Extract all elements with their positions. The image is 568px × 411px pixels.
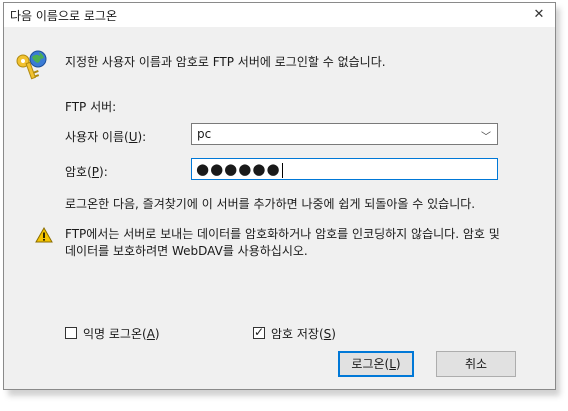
- text-caret: [281, 163, 283, 178]
- password-field[interactable]: ●●●●●●: [191, 158, 498, 180]
- anonymous-login-checkbox[interactable]: [65, 327, 77, 339]
- save-password-label[interactable]: 암호 저장(S): [271, 325, 336, 342]
- anonymous-login-label[interactable]: 익명 로그온(A): [83, 325, 160, 342]
- window-title: 다음 이름으로 로그온: [10, 9, 117, 23]
- cancel-button[interactable]: 취소: [436, 351, 516, 377]
- error-message: 지정한 사용자 이름과 암호로 FTP 서버에 로그인할 수 없습니다.: [65, 55, 386, 69]
- close-icon[interactable]: ✕: [525, 3, 553, 27]
- logon-dialog: 다음 이름으로 로그온 ✕ 지정한 사용자 이름과 암호로 FTP 서버에 로그…: [3, 2, 556, 390]
- username-combobox[interactable]: pc ﹀: [191, 123, 498, 145]
- warning-icon: [35, 227, 53, 243]
- checkmark-icon: ✓: [254, 325, 265, 339]
- username-value: pc: [197, 127, 212, 141]
- security-warning-line2: 데이터를 보호하려면 WebDAV를 사용하십시오.: [65, 244, 308, 258]
- title-bar[interactable]: 다음 이름으로 로그온 ✕: [4, 3, 555, 27]
- username-label: 사용자 이름(U):: [65, 130, 147, 144]
- password-value: ●●●●●●: [196, 160, 281, 178]
- key-globe-icon: [16, 50, 47, 80]
- login-button[interactable]: 로그온(L): [338, 351, 414, 377]
- ftp-server-label: FTP 서버:: [65, 100, 117, 114]
- password-label: 암호(P):: [65, 165, 108, 179]
- favorites-info-text: 로그온한 다음, 즐겨찾기에 이 서버를 추가하면 나중에 쉽게 되돌아올 수 …: [65, 197, 476, 211]
- save-password-checkbox[interactable]: ✓: [253, 325, 265, 339]
- security-warning-line1: FTP에서는 서버로 보내는 데이터를 암호화하거나 암호를 인코딩하지 않습니…: [65, 227, 500, 241]
- chevron-down-icon[interactable]: ﹀: [481, 128, 491, 143]
